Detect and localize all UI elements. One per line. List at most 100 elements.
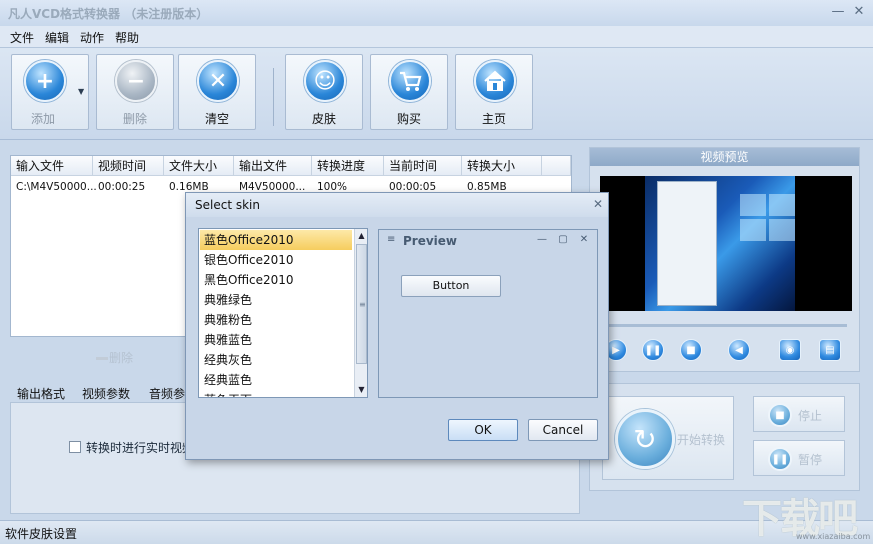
clear-x-icon: ✕ [197, 60, 239, 102]
video-frame [645, 176, 795, 311]
buy-label: 购买 [396, 112, 421, 126]
home-button[interactable]: 主页 [455, 54, 533, 130]
column-header-filler [542, 156, 571, 176]
dialog-title: Select skin [195, 198, 260, 212]
buy-button[interactable]: 购买 [370, 54, 448, 130]
toolbar: + ▼ 添加 − 删除 ✕ 清空 ☺ 皮肤 购买 主页 [0, 48, 873, 140]
menu-help[interactable]: 帮助 [115, 29, 139, 46]
preview-title-bar: ≡ Preview — ▢ ✕ [379, 230, 597, 252]
realtime-preview-checkbox[interactable] [69, 441, 81, 453]
maximize-icon: ▢ [558, 234, 568, 245]
start-convert-label: 开始转换 [677, 433, 726, 447]
skin-item-elegant-pink[interactable]: 典雅粉色 [200, 310, 352, 330]
folder-icon[interactable]: ▤ [819, 339, 841, 361]
menu-action[interactable]: 动作 [80, 29, 104, 46]
cell-video-time: 00:00:25 [98, 181, 146, 193]
clear-label: 清空 [204, 112, 229, 126]
dropdown-arrow-icon[interactable]: ▼ [78, 87, 84, 96]
skin-item-elegant-blue[interactable]: 典雅蓝色 [200, 330, 352, 350]
plus-icon: + [24, 60, 66, 102]
scroll-up-icon[interactable]: ▲ [355, 229, 367, 243]
skin-item-black-office2010[interactable]: 黑色Office2010 [200, 270, 352, 290]
refresh-arrow-icon: ↻ [615, 409, 675, 469]
skin-item-silver-office2010[interactable]: 银色Office2010 [200, 250, 352, 270]
skin-item-classic-blue[interactable]: 经典蓝色 [200, 370, 352, 390]
seek-bar[interactable] [604, 324, 847, 327]
watermark-url: www.xiazaiba.com [796, 532, 871, 541]
realtime-preview-label: 转换时进行实时视频 [86, 441, 195, 455]
preview-sample-button[interactable]: Button [401, 275, 501, 297]
cancel-button[interactable]: Cancel [528, 419, 598, 441]
tab-output-format[interactable]: 输出格式 [17, 385, 65, 402]
column-header-progress[interactable]: 转换进度 [312, 156, 384, 176]
camera-icon[interactable]: ◉ [779, 339, 801, 361]
pause-button[interactable]: ❚❚ 暂停 [753, 440, 845, 476]
add-label: 添加 [30, 112, 55, 126]
cart-icon [389, 60, 431, 102]
dialog-title-bar: Select skin ✕ [186, 193, 608, 217]
home-icon [474, 60, 516, 102]
volume-icon[interactable]: ◀ [728, 339, 750, 361]
add-button[interactable]: + ▼ 添加 [11, 54, 89, 130]
menu-file[interactable]: 文件 [10, 29, 34, 46]
close-icon: ✕ [579, 234, 589, 245]
tab-audio-params[interactable]: 音频参 [149, 385, 185, 402]
scroll-down-icon[interactable]: ▼ [355, 383, 367, 397]
window-title: 凡人VCD格式转换器 （未注册版本） [8, 7, 209, 21]
stop-icon: ■ [768, 403, 792, 427]
column-header-file-size[interactable]: 文件大小 [164, 156, 234, 176]
scroll-thumb[interactable]: ≡ [356, 244, 367, 364]
column-header-output-file[interactable]: 输出文件 [234, 156, 312, 176]
video-window-overlay [657, 181, 717, 306]
menu-icon: ≡ [387, 234, 396, 245]
title-bar: 凡人VCD格式转换器 （未注册版本） — ✕ [0, 0, 873, 26]
toolbar-separator [273, 68, 274, 126]
skin-item-elegant-green[interactable]: 典雅绿色 [200, 290, 352, 310]
skin-list[interactable]: 蓝色Office2010 银色Office2010 黑色Office2010 典… [198, 228, 368, 398]
minimize-button[interactable]: — [830, 4, 846, 20]
start-convert-button[interactable]: ↻ 开始转换 [602, 396, 734, 480]
skin-item-blue-office2010[interactable]: 蓝色Office2010 [200, 230, 352, 250]
stop-button[interactable]: ■ 停止 [753, 396, 845, 432]
video-display [600, 176, 852, 311]
video-preview-panel: 视频预览 ▶ ❚❚ ■ ◀ ◉ ▤ [589, 147, 860, 372]
pause-icon: ❚❚ [768, 447, 792, 471]
delete-button[interactable]: − 删除 [96, 54, 174, 130]
skin-button[interactable]: ☺ 皮肤 [285, 54, 363, 130]
minimize-icon: — [537, 234, 547, 245]
skin-label: 皮肤 [311, 112, 336, 126]
smiley-icon: ☺ [304, 60, 346, 102]
skin-item-blue-world[interactable]: 蓝色天下 [200, 390, 352, 397]
dialog-close-icon[interactable]: ✕ [590, 196, 606, 212]
delete-label: 删除 [122, 112, 147, 126]
preview-title: 视频预览 [590, 148, 859, 166]
minus-icon: − [115, 60, 157, 102]
column-header-current-time[interactable]: 当前时间 [384, 156, 462, 176]
column-header-converted-size[interactable]: 转换大小 [462, 156, 542, 176]
clear-button[interactable]: ✕ 清空 [178, 54, 256, 130]
stop-icon[interactable]: ■ [680, 339, 702, 361]
home-label: 主页 [481, 112, 506, 126]
pause-label: 暂停 [798, 453, 823, 467]
select-skin-dialog: Select skin ✕ 蓝色Office2010 银色Office2010 … [185, 192, 609, 460]
cell-input-file: C:\M4V50000... [16, 181, 97, 193]
skin-preview-window: ≡ Preview — ▢ ✕ Button [378, 229, 598, 398]
column-header-input-file[interactable]: 输入文件 [11, 156, 93, 176]
pause-icon[interactable]: ❚❚ [642, 339, 664, 361]
preview-title: Preview [403, 234, 458, 248]
menu-bar: 文件 编辑 动作 帮助 [0, 26, 873, 48]
grip-icon: ≡ [359, 300, 366, 309]
close-button[interactable]: ✕ [851, 4, 867, 20]
skin-item-classic-gray[interactable]: 经典灰色 [200, 350, 352, 370]
convert-panel: ↻ 开始转换 ■ 停止 ❚❚ 暂停 [589, 383, 860, 491]
ok-button[interactable]: OK [448, 419, 518, 441]
status-text: 软件皮肤设置 [5, 527, 78, 541]
column-header-video-time[interactable]: 视频时间 [93, 156, 164, 176]
list-delete-button[interactable]: 删除 [96, 349, 133, 366]
minus-icon [96, 357, 108, 360]
menu-edit[interactable]: 编辑 [45, 29, 69, 46]
tab-video-params[interactable]: 视频参数 [82, 385, 130, 402]
list-delete-label: 删除 [109, 351, 134, 365]
stop-label: 停止 [798, 409, 823, 423]
skin-list-scrollbar[interactable]: ▲ ≡ ▼ [354, 229, 367, 397]
